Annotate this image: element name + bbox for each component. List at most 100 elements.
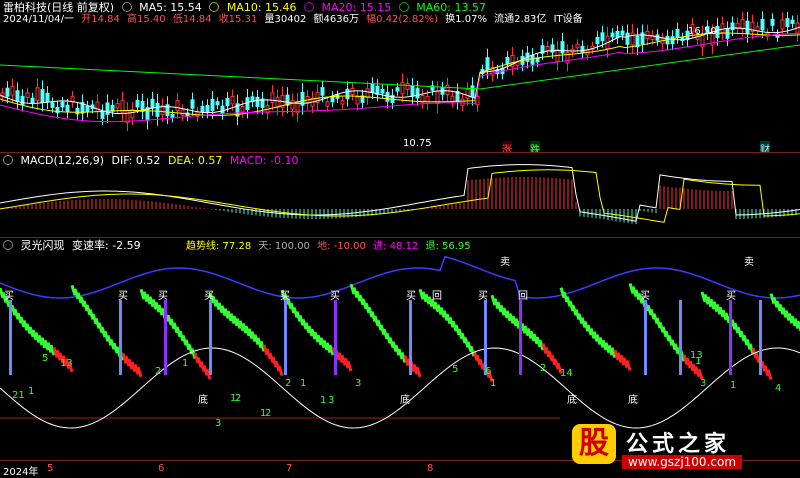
macd-settings-icon[interactable]	[3, 155, 13, 165]
candle-body	[780, 19, 785, 30]
candle-body	[655, 34, 660, 41]
indicator-number: 2	[540, 363, 547, 374]
buy-bar	[209, 300, 212, 375]
candle-body	[215, 101, 220, 106]
buy-label: 买	[158, 291, 168, 302]
change-label: 幅0.42(2.82%)	[366, 14, 438, 25]
amount-label: 额4636万	[313, 14, 359, 25]
ma60-icon[interactable]	[398, 2, 409, 12]
candle-body	[170, 113, 175, 119]
wave-segment	[136, 366, 143, 378]
indicator-number: 5	[42, 353, 49, 364]
candle-body	[410, 85, 415, 97]
candle-body	[395, 87, 400, 92]
candle-body	[255, 96, 260, 107]
indicator-settings-icon[interactable]	[3, 240, 13, 250]
candle-body	[5, 87, 10, 97]
volume-label: 量30402	[264, 14, 307, 25]
candle-body	[95, 101, 100, 112]
candle-body	[180, 109, 185, 116]
indicator-number: 1	[490, 378, 497, 389]
candle-body	[630, 32, 635, 46]
buy-bar	[119, 300, 122, 375]
candle-body	[115, 103, 120, 109]
candle-body	[110, 105, 115, 112]
bottom-label: 底	[400, 395, 410, 406]
candle-body	[330, 96, 335, 103]
bottom-label: 底	[567, 395, 577, 406]
candle-body	[725, 28, 730, 39]
candle-body	[290, 100, 295, 110]
quote-line: 2024/11/04/一 开14.84 高15.40 低14.84 收15.31…	[3, 13, 587, 26]
candle-body	[10, 85, 15, 96]
watermark-logo: 股	[572, 424, 616, 464]
bottom-label: 底	[628, 395, 638, 406]
candle-body	[85, 105, 90, 113]
buy-bar	[409, 300, 412, 375]
candle-body	[355, 96, 360, 105]
indicator-number: 2	[265, 408, 272, 419]
candle-body	[25, 92, 30, 99]
indicator-values: 趋势线: 77.28 天: 100.00 地: -10.00 进: 48.12 …	[186, 240, 475, 253]
candle-body	[370, 83, 375, 93]
watermark-url: www.gszj100.com	[622, 455, 743, 469]
candle-body	[210, 98, 215, 111]
ma10-line	[0, 32, 800, 116]
candle-body	[530, 54, 535, 65]
buy-label: 买	[406, 291, 416, 302]
tui-value: 退: 56.95	[425, 241, 471, 252]
candle-body	[625, 32, 630, 45]
bottom-label: 底	[198, 395, 208, 406]
month-label-5: 5	[47, 463, 54, 474]
candle-body	[175, 100, 180, 112]
candle-body	[425, 95, 430, 104]
candle-body	[545, 45, 550, 51]
buy-label: 买	[726, 291, 736, 302]
close-label: 收15.31	[218, 14, 258, 25]
candle-body	[720, 23, 725, 34]
candle-body	[460, 98, 465, 106]
month-label-7: 7	[286, 463, 293, 474]
macd-header: MACD(12,26,9) DIF: 0.52 DEA: 0.57 MACD: …	[3, 154, 303, 167]
settings-icon[interactable]	[121, 2, 132, 12]
back-label: 回	[432, 291, 442, 302]
candle-body	[405, 83, 410, 91]
indicator-number: 3	[215, 418, 222, 429]
candle-body	[400, 81, 405, 95]
buy-bar	[164, 300, 167, 375]
candle-body	[135, 99, 140, 108]
month-label-8: 8	[427, 463, 434, 474]
open-label: 开14.84	[81, 14, 120, 25]
candle-body	[270, 92, 275, 103]
ma20-icon[interactable]	[304, 2, 315, 12]
candle-body	[610, 32, 615, 38]
candle-body	[320, 87, 325, 96]
candle-body	[620, 30, 625, 36]
indicator-number: 3	[355, 378, 362, 389]
high-label: 高15.40	[127, 14, 166, 25]
candle-body	[50, 102, 55, 108]
turnover-label: 换1.07%	[445, 14, 487, 25]
ma10-icon[interactable]	[209, 2, 220, 12]
candle-body	[670, 36, 675, 45]
buy-label: 买	[478, 291, 488, 302]
macd-value: MACD: -0.10	[229, 154, 299, 167]
buy-bar	[759, 300, 762, 375]
wave-segment	[415, 366, 422, 378]
buy-bar	[519, 300, 522, 375]
indicator-number: 4	[775, 383, 782, 394]
candle-body	[445, 84, 450, 95]
candle-body	[285, 94, 290, 106]
macd-panel: MACD(12,26,9) DIF: 0.52 DEA: 0.57 MACD: …	[0, 153, 800, 237]
candle-body	[240, 105, 245, 113]
indicator-number: 2	[155, 366, 162, 377]
candle-body	[415, 88, 420, 99]
candle-body	[675, 28, 680, 38]
indicator-header: 灵光闪现 变速率: -2.59	[3, 239, 145, 252]
indicator-number: 6	[485, 366, 492, 377]
indicator-number: 1	[300, 378, 307, 389]
buy-bar	[679, 300, 682, 375]
buy-label: 买	[640, 291, 650, 302]
candle-body	[770, 18, 775, 26]
indicator-number: 1	[730, 380, 737, 391]
